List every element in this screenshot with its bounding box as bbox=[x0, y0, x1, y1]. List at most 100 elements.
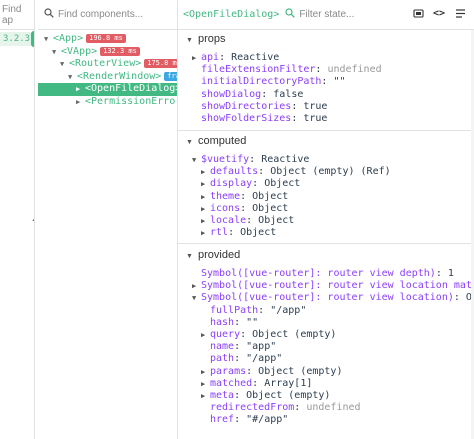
state-separator: : bbox=[240, 190, 253, 202]
chevron-down-icon: ▼ bbox=[186, 253, 193, 260]
state-value: Object bbox=[258, 215, 295, 226]
state-row[interactable]: ▶ meta: Object (empty) bbox=[201, 390, 330, 402]
chevron-right-icon[interactable]: ▶ bbox=[192, 280, 201, 292]
tree-node[interactable]: ▼ <RouterView> 175.8 ms bbox=[60, 58, 177, 70]
chevron-right-icon[interactable]: ▶ bbox=[201, 227, 210, 239]
state-row: showFolderSizes: true bbox=[192, 113, 327, 125]
props-section: ▼ props bbox=[178, 32, 474, 46]
state-row[interactable]: ▶ matched: Array[1] bbox=[201, 378, 312, 390]
inspector-pane: <OpenFileDialog> Filter state... <> ▼ pro… bbox=[178, 0, 474, 439]
chevron-left-icon[interactable]: ◀ bbox=[32, 216, 34, 224]
chevron-down-icon[interactable]: ▼ bbox=[52, 46, 61, 58]
state-row[interactable]: ▶ display: Object bbox=[201, 178, 300, 190]
chevron-right-icon[interactable]: ▶ bbox=[201, 203, 210, 215]
app-list-pane: Find ap 3.2.37 ◀ bbox=[0, 0, 35, 439]
state-value: "/app" bbox=[246, 353, 283, 365]
chevron-right-icon[interactable]: ▶ bbox=[201, 191, 210, 203]
tree-node-label: <OpenFileDialog> bbox=[85, 83, 178, 94]
chevron-right-icon[interactable]: ▶ bbox=[201, 166, 210, 178]
state-value: Object (empty) bbox=[258, 365, 343, 377]
state-key: redirectedFrom bbox=[210, 402, 295, 414]
state-key: Symbol([vue-router]: router view locatio… bbox=[201, 292, 454, 304]
chevron-down-icon[interactable]: ▼ bbox=[60, 58, 69, 70]
tree-node[interactable]: ▼ <App> 196.8 ms bbox=[44, 33, 126, 45]
state-value: "" bbox=[333, 76, 346, 88]
state-row[interactable]: ▼ Symbol([vue-router]: router view locati… bbox=[192, 292, 474, 304]
filter-state-input[interactable]: Filter state... bbox=[299, 9, 354, 20]
state-row[interactable]: ▶ params: Object (empty) bbox=[201, 366, 342, 378]
chevron-right-icon[interactable]: ▶ bbox=[201, 390, 210, 402]
computed-section-toggle[interactable]: ▼ computed bbox=[178, 134, 474, 148]
section-divider bbox=[178, 243, 474, 244]
state-key: meta bbox=[210, 390, 235, 401]
state-row: initialDirectoryPath: "" bbox=[192, 76, 346, 88]
state-key: hash bbox=[210, 316, 235, 328]
state-value: false bbox=[273, 88, 304, 100]
state-value: Reactive bbox=[231, 52, 280, 63]
tree-node[interactable]: ▼<RenderWindow>frag bbox=[68, 70, 177, 83]
state-key: fileExtensionFilter bbox=[201, 64, 316, 76]
tree-node-label: <App> bbox=[53, 33, 84, 44]
vue-version-badge[interactable]: 3.2.37 bbox=[0, 32, 34, 46]
state-row[interactable]: ▼ $vuetify: Reactive bbox=[192, 154, 309, 166]
chevron-right-icon[interactable]: ▶ bbox=[201, 378, 210, 390]
chevron-right-icon[interactable]: ▶ bbox=[201, 366, 210, 378]
state-value: Array[1] bbox=[264, 377, 313, 389]
component-search-header: Find components... bbox=[38, 0, 177, 30]
state-separator: : bbox=[252, 178, 265, 190]
state-row[interactable]: ▶ defaults: Object (empty) (Ref) bbox=[201, 166, 391, 178]
state-row[interactable]: ▶ Symbol([vue-router]: router view locati… bbox=[192, 280, 474, 292]
menu-icon[interactable] bbox=[455, 8, 466, 22]
chevron-right-icon[interactable]: ▶ bbox=[76, 96, 85, 108]
state-key: theme bbox=[210, 190, 241, 202]
state-separator: : bbox=[234, 390, 247, 401]
tree-node[interactable]: ▶ <PermissionError> bbox=[76, 95, 178, 108]
component-search-input[interactable]: Find components... bbox=[58, 9, 143, 20]
tree-node[interactable]: ▼ <VApp> 132.3 ms bbox=[52, 46, 140, 58]
state-row: hash: "" bbox=[201, 317, 258, 329]
provided-section-toggle[interactable]: ▼ provided bbox=[178, 248, 474, 262]
state-row[interactable]: ▶ locale: Object bbox=[201, 215, 294, 227]
state-value: "/app" bbox=[270, 304, 307, 316]
props-section-toggle[interactable]: ▼ props bbox=[178, 32, 474, 46]
state-separator: : bbox=[258, 166, 271, 178]
state-value: true bbox=[303, 113, 328, 124]
state-row[interactable]: ▶ api: Reactive bbox=[192, 52, 279, 64]
chevron-down-icon[interactable]: ▼ bbox=[44, 33, 53, 45]
state-row[interactable]: ▶ query: Object (empty) bbox=[201, 329, 336, 341]
state-key: href bbox=[210, 414, 235, 426]
chevron-right-icon[interactable]: ▶ bbox=[201, 215, 210, 227]
state-row[interactable]: ▶ theme: Object bbox=[201, 191, 288, 203]
tree-node-label: <RenderWindow> bbox=[77, 70, 162, 82]
tree-node[interactable]: ▶ <OpenFileDialog> bbox=[76, 83, 178, 95]
state-key: matched bbox=[210, 377, 253, 389]
state-separator: : bbox=[252, 377, 265, 389]
screenshot-icon[interactable] bbox=[413, 8, 424, 22]
search-icon bbox=[44, 8, 58, 21]
section-divider bbox=[178, 130, 474, 131]
selected-component-name: <OpenFileDialog> bbox=[183, 9, 280, 20]
state-row[interactable]: ▶ rtl: Object bbox=[201, 227, 276, 239]
app-search-input[interactable]: Find ap bbox=[2, 4, 34, 26]
state-value: Object bbox=[240, 227, 277, 239]
state-value: "" bbox=[246, 316, 259, 328]
chevron-right-icon[interactable]: ▶ bbox=[76, 83, 85, 95]
chevron-right-icon[interactable]: ▶ bbox=[192, 52, 201, 64]
chevron-right-icon[interactable]: ▶ bbox=[201, 329, 210, 341]
chevron-right-icon[interactable]: ▶ bbox=[201, 178, 210, 190]
state-value: "#/app" bbox=[246, 414, 289, 426]
chevron-down-icon[interactable]: ▼ bbox=[192, 154, 201, 166]
state-key: Symbol([vue-router]: router view depth) bbox=[201, 268, 436, 279]
state-row: fileExtensionFilter: undefined bbox=[192, 64, 382, 76]
state-separator: : bbox=[234, 414, 247, 426]
state-value: Reactive bbox=[261, 154, 310, 165]
code-icon[interactable]: <> bbox=[433, 8, 445, 19]
state-row[interactable]: ▶ icons: Object bbox=[201, 203, 288, 215]
state-key: api bbox=[201, 52, 220, 63]
chevron-down-icon[interactable]: ▼ bbox=[192, 292, 201, 304]
tree-node-label: <PermissionError> bbox=[85, 95, 178, 107]
chevron-down-icon[interactable]: ▼ bbox=[68, 71, 77, 83]
chevron-down-icon: ▼ bbox=[186, 37, 193, 44]
state-key: name bbox=[210, 341, 235, 353]
state-value: Object (empty) (Ref) bbox=[270, 166, 391, 178]
